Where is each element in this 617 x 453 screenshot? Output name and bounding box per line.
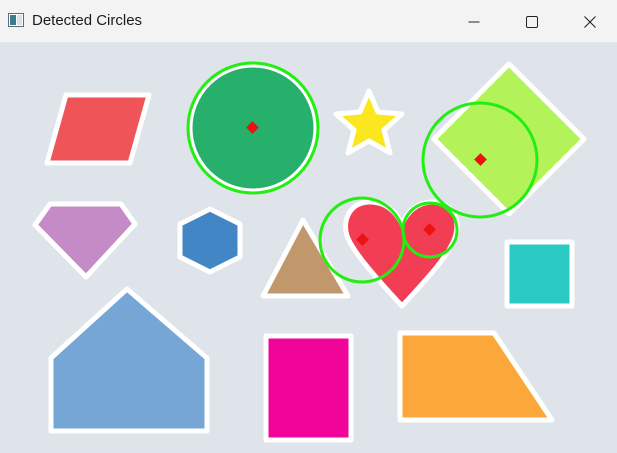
minimize-icon — [468, 21, 480, 22]
tan-triangle — [260, 217, 351, 299]
maximize-button[interactable] — [503, 0, 561, 43]
shapes-layer — [32, 61, 587, 443]
close-button[interactable] — [561, 0, 617, 43]
magenta-rectangle — [263, 333, 354, 443]
yellow-star — [333, 88, 405, 156]
detected-shapes-image — [32, 61, 587, 443]
minimize-button[interactable] — [445, 0, 503, 43]
title-bar[interactable]: Detected Circles — [0, 0, 617, 43]
blue-hexagon — [177, 206, 243, 275]
red-parallelogram — [44, 92, 152, 166]
detected-circles-window: Detected Circles — [0, 0, 617, 453]
close-icon — [584, 15, 596, 28]
orange-trapezoid — [397, 330, 555, 423]
blue-house — [48, 286, 210, 434]
lime-diamond — [431, 61, 587, 217]
window-title: Detected Circles — [32, 12, 143, 29]
image-canvas — [0, 43, 617, 453]
teal-square — [504, 239, 575, 309]
purple-pentagon — [32, 201, 138, 280]
image-viewer-icon — [8, 13, 24, 27]
maximize-icon — [526, 15, 538, 28]
